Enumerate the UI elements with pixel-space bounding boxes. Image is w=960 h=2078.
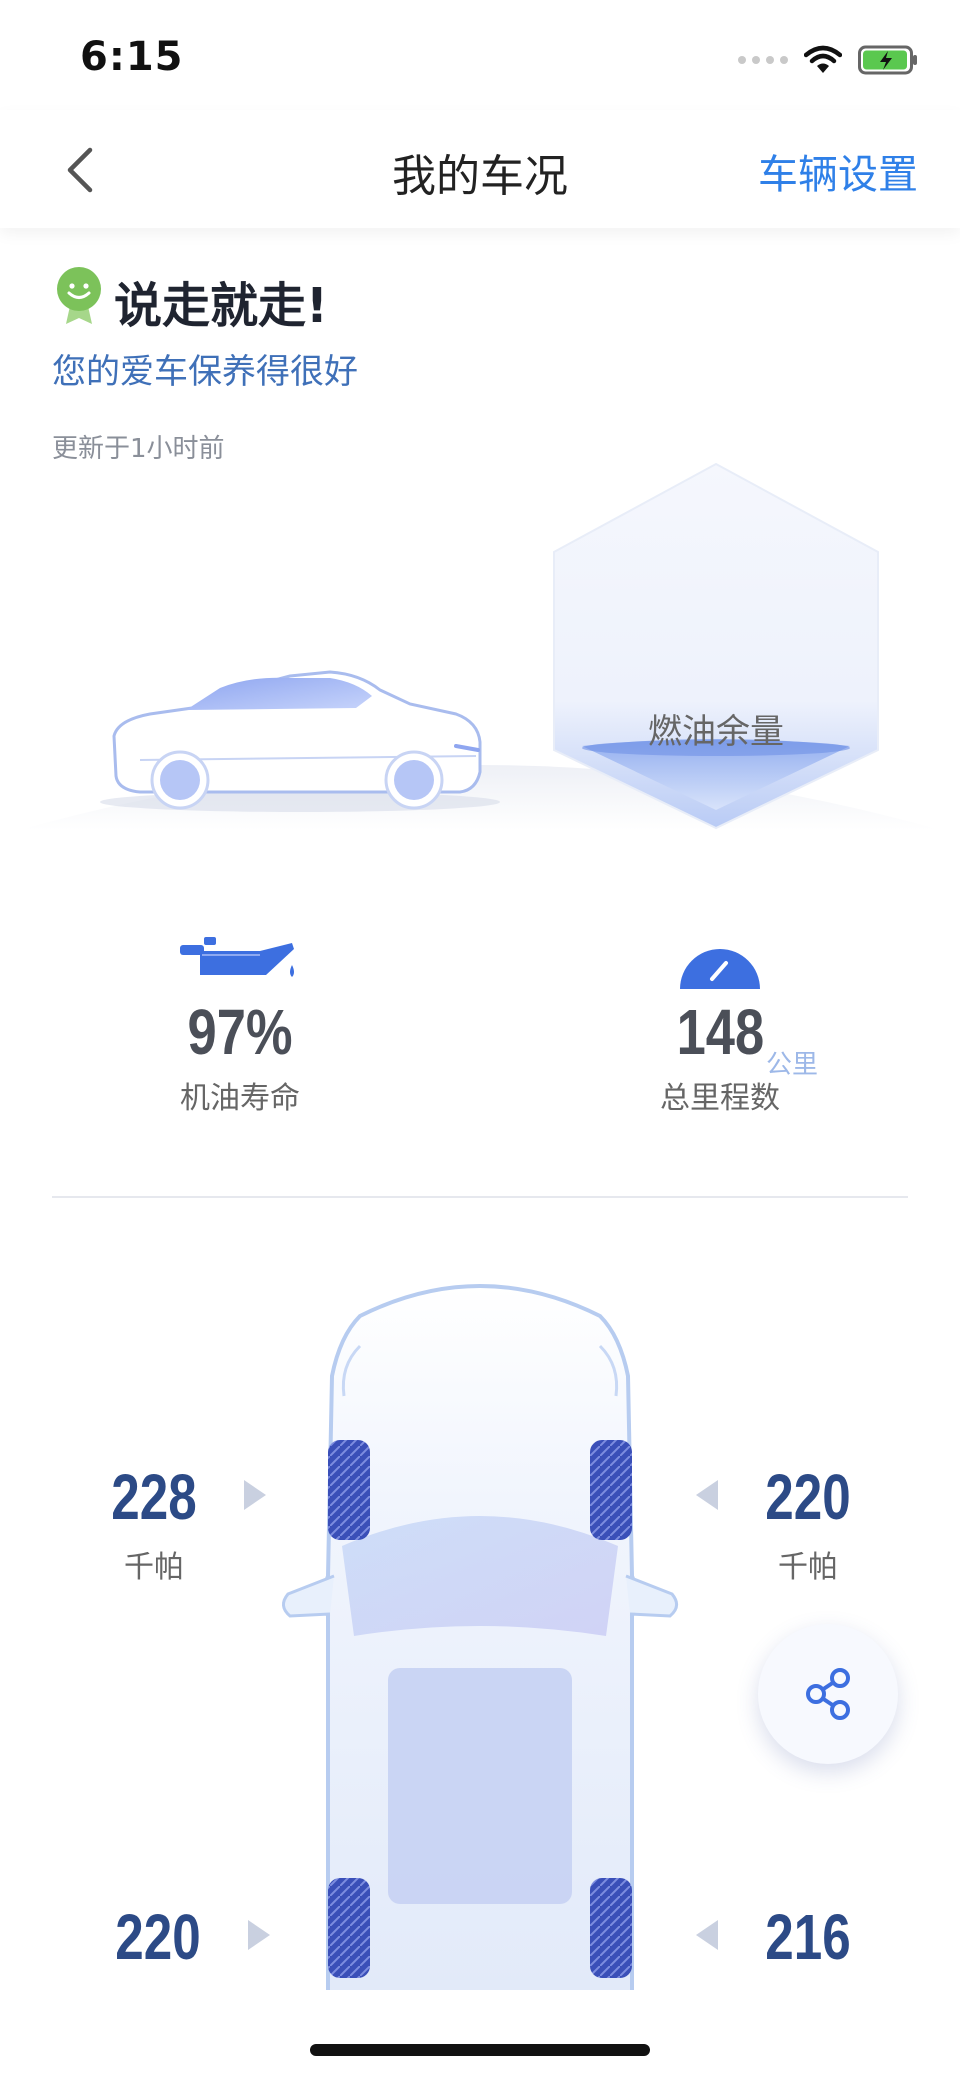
tire-rear-right-value: 216: [765, 1901, 851, 1973]
status-time: 6:15: [80, 34, 184, 80]
tire-front-right-value: 220: [765, 1461, 851, 1533]
mileage-metric: 148 总里程数: [620, 945, 820, 1117]
mileage-unit: 公里: [766, 1050, 819, 1080]
car-top-illustration: [282, 1284, 678, 1996]
share-button[interactable]: [758, 1624, 898, 1764]
speedometer-icon: [680, 949, 760, 989]
arrow-right-icon: [248, 1920, 270, 1950]
vehicle-hero: 燃油余量: [0, 450, 960, 850]
bottom-safe-area: [0, 1990, 960, 2078]
tire-front-left-unit: 千帕: [124, 1550, 184, 1585]
status-message: 您的爱车保养得很好: [52, 352, 358, 392]
arrow-right-icon: [244, 1480, 266, 1510]
fuel-label: 燃油余量: [648, 712, 784, 752]
oil-can-icon: [180, 937, 294, 977]
wifi-icon: [804, 45, 842, 73]
status-headline: 说走就走!: [114, 278, 328, 334]
tire-rear-left-value: 220: [115, 1901, 201, 1973]
tire-front-left-value: 228: [111, 1461, 197, 1533]
smile-icon: [57, 267, 101, 324]
car-side: [100, 670, 500, 812]
share-icon: [806, 1668, 850, 1720]
status-bar: 6:15: [0, 0, 960, 110]
vehicle-settings-button[interactable]: 车辆设置: [758, 142, 918, 200]
oil-life-value: 97%: [187, 996, 293, 1068]
oil-life-metric: 97% 机油寿命: [130, 935, 350, 1117]
tire-rear-left: [328, 1878, 370, 1978]
tire-front-right-unit: 千帕: [778, 1550, 838, 1585]
mileage-value: 148: [676, 996, 764, 1068]
tire-front-left: [328, 1440, 370, 1540]
arrow-left-icon: [696, 1920, 718, 1950]
arrow-left-icon: [696, 1480, 718, 1510]
status-indicators: [738, 40, 920, 80]
oil-life-label: 机油寿命: [180, 1081, 300, 1116]
home-indicator[interactable]: [310, 2044, 650, 2056]
tire-rear-right: [590, 1878, 632, 1978]
battery-charging-icon: [858, 45, 917, 75]
signal-icon: [738, 56, 788, 64]
section-divider: [52, 1196, 908, 1198]
fuel-gauge: [553, 462, 879, 830]
navigation-bar: 我的车况 车辆设置: [0, 110, 960, 228]
tire-front-right: [590, 1440, 632, 1540]
car-side-illustration: [20, 462, 940, 830]
